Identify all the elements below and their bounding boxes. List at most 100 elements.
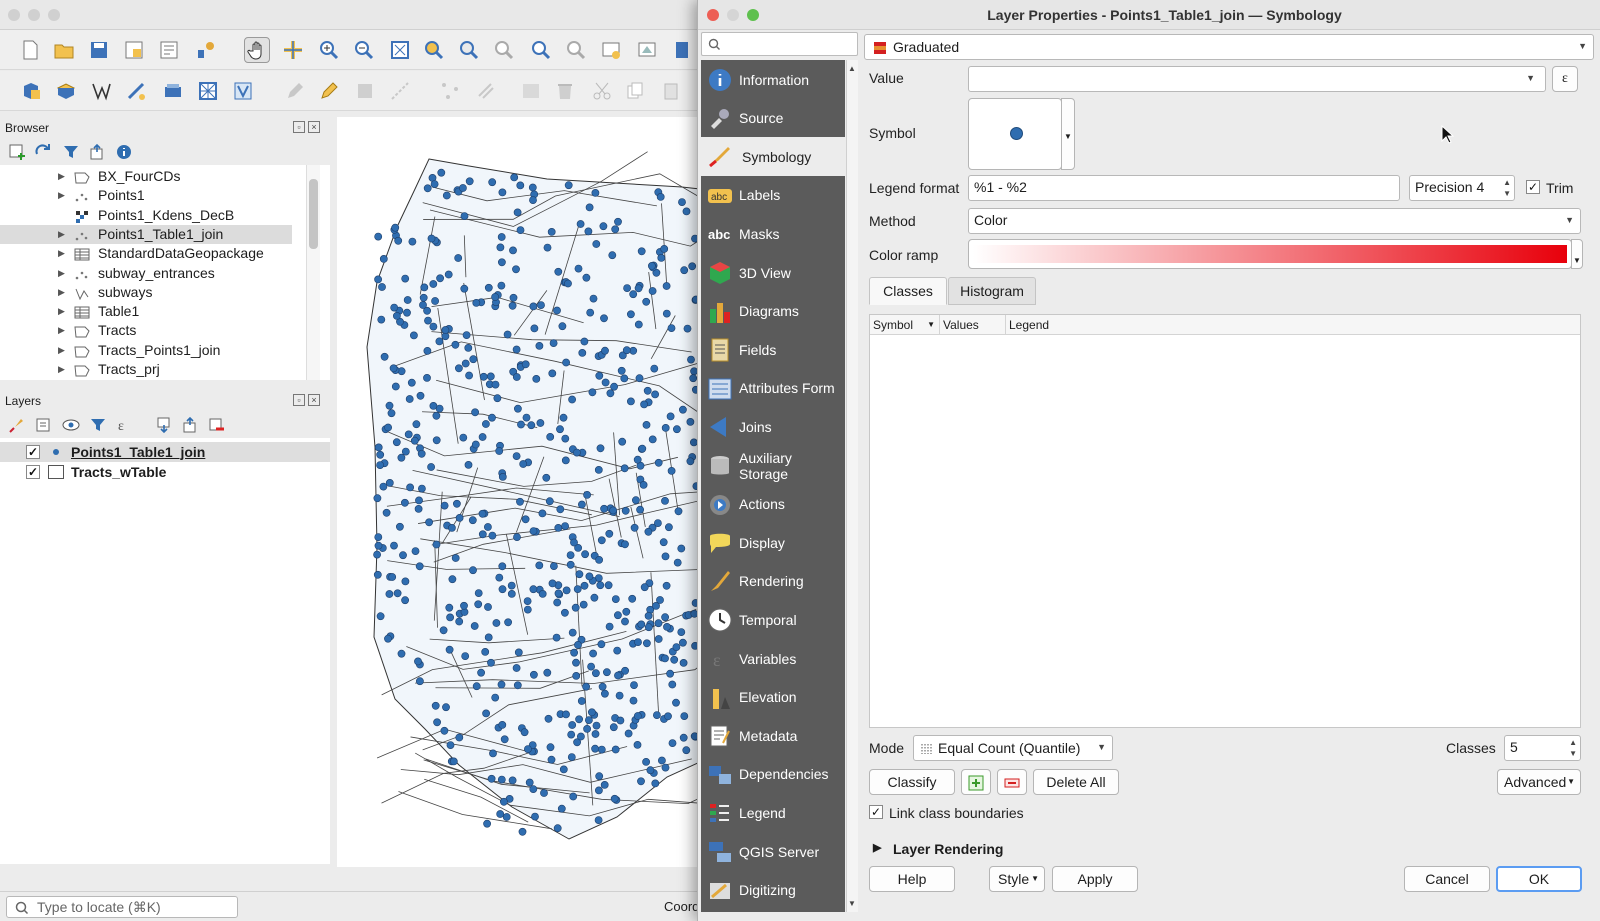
sidebar-item[interactable]: Auxiliary Storage bbox=[701, 446, 845, 485]
float-panel-icon[interactable]: ▫ bbox=[293, 121, 305, 133]
sidebar-item[interactable]: Source bbox=[701, 99, 845, 138]
layout-manager-icon[interactable] bbox=[156, 37, 182, 63]
style-button[interactable]: Style ▼ bbox=[989, 866, 1045, 892]
sidebar-item[interactable]: Metadata bbox=[701, 716, 845, 755]
renderer-type-select[interactable]: Graduated ▼ bbox=[864, 34, 1594, 60]
browser-item[interactable]: ▶ Points1 bbox=[0, 186, 292, 206]
legend-format-input[interactable]: %1 - %2 bbox=[968, 175, 1400, 201]
open-project-icon[interactable] bbox=[51, 37, 77, 63]
spin-arrows-icon[interactable]: ▲ ▼ bbox=[1503, 177, 1511, 199]
browser-item[interactable]: ▶ Tracts_Points1_join bbox=[0, 341, 292, 361]
edit-table-icon[interactable] bbox=[518, 78, 544, 104]
style-manager-icon[interactable] bbox=[193, 37, 219, 63]
locator-search-field[interactable]: Type to locate (⌘K) bbox=[6, 896, 238, 918]
save-project-icon[interactable] bbox=[86, 37, 112, 63]
mode-select[interactable]: Equal Count (Quantile) ▼ bbox=[913, 735, 1113, 761]
vertex-tool-icon[interactable] bbox=[437, 78, 463, 104]
classes-table[interactable]: Symbol ▼ Values Legend bbox=[869, 314, 1581, 728]
browser-item[interactable]: ▶ Table1 bbox=[0, 302, 292, 322]
filter-legend-icon[interactable] bbox=[89, 416, 107, 434]
color-ramp-button[interactable] bbox=[968, 239, 1572, 269]
add-class-button[interactable] bbox=[961, 769, 991, 795]
sidebar-item[interactable]: Rendering bbox=[701, 562, 845, 601]
new-3d-view-icon[interactable] bbox=[634, 37, 660, 63]
expand-arrow-icon[interactable]: ▶ bbox=[58, 321, 65, 341]
dialog-minimize-button[interactable] bbox=[727, 9, 739, 21]
browser-item[interactable]: ▶ subways bbox=[0, 283, 292, 303]
delete-all-button[interactable]: Delete All bbox=[1033, 769, 1119, 795]
close-panel-icon[interactable]: × bbox=[308, 121, 320, 133]
sidebar-item[interactable]: abc Masks bbox=[701, 214, 845, 253]
filter-by-expression-icon[interactable]: ε bbox=[116, 416, 134, 434]
cut-features-icon[interactable] bbox=[589, 78, 615, 104]
layer-visibility-checkbox[interactable]: ✓ bbox=[26, 445, 40, 459]
new-mesh-layer-icon[interactable] bbox=[195, 78, 221, 104]
current-edits-icon[interactable] bbox=[316, 78, 342, 104]
sidebar-scrollbar[interactable]: ▲ ▼ bbox=[846, 60, 858, 912]
color-ramp-menu-button[interactable]: ▼ bbox=[1571, 239, 1583, 269]
pan-to-selection-icon[interactable] bbox=[280, 37, 306, 63]
zoom-out-icon[interactable] bbox=[351, 37, 377, 63]
close-window-button[interactable] bbox=[8, 9, 20, 21]
sidebar-item[interactable]: Dependencies bbox=[701, 755, 845, 794]
manage-map-themes-icon[interactable] bbox=[62, 416, 80, 434]
close-layers-panel-icon[interactable]: × bbox=[308, 394, 320, 406]
float-layers-panel-icon[interactable]: ▫ bbox=[293, 394, 305, 406]
add-group-icon[interactable] bbox=[34, 416, 52, 434]
browser-item[interactable]: ▶ subway_entrances bbox=[0, 264, 292, 284]
layer-item[interactable]: ✓ Tracts_wTable bbox=[0, 462, 330, 482]
precision-spinbox[interactable]: Precision 4 ▲ ▼ bbox=[1409, 175, 1515, 201]
expand-arrow-icon[interactable]: ▶ bbox=[58, 302, 65, 322]
properties-info-icon[interactable] bbox=[115, 143, 133, 161]
new-temporary-layer-icon[interactable] bbox=[160, 78, 186, 104]
column-header-symbol[interactable]: Symbol ▼ bbox=[870, 315, 940, 335]
expand-all-icon[interactable] bbox=[155, 416, 173, 434]
sidebar-item[interactable]: Legend bbox=[701, 793, 845, 832]
browser-item[interactable]: ▶ BX_FourCDs bbox=[0, 167, 292, 187]
collapse-all-icon[interactable] bbox=[88, 143, 106, 161]
layer-visibility-checkbox[interactable]: ✓ bbox=[26, 465, 40, 479]
zoom-in-icon[interactable] bbox=[316, 37, 342, 63]
sidebar-item[interactable]: ε Variables bbox=[701, 639, 845, 678]
new-spatialite-layer-icon[interactable] bbox=[123, 78, 149, 104]
sidebar-item[interactable]: Elevation bbox=[701, 678, 845, 717]
expand-arrow-icon[interactable]: ▶ bbox=[58, 264, 65, 284]
digitize-line-icon[interactable] bbox=[387, 78, 413, 104]
paste-features-icon[interactable] bbox=[658, 78, 684, 104]
toggle-editing-icon[interactable] bbox=[282, 78, 308, 104]
new-geopackage-layer-icon[interactable] bbox=[53, 78, 79, 104]
add-selected-layers-icon[interactable] bbox=[8, 143, 26, 161]
zoom-to-selection-icon[interactable] bbox=[421, 37, 447, 63]
sidebar-item[interactable]: Fields bbox=[701, 330, 845, 369]
zoom-to-layer-icon[interactable] bbox=[456, 37, 482, 63]
collapse-layers-icon[interactable] bbox=[181, 416, 199, 434]
value-field-select[interactable]: ▼ bbox=[968, 66, 1546, 92]
sidebar-item[interactable]: Diagrams bbox=[701, 292, 845, 331]
cancel-button[interactable]: Cancel bbox=[1404, 866, 1490, 892]
browser-scrollbar[interactable] bbox=[306, 165, 320, 380]
sidebar-item[interactable]: Information bbox=[701, 60, 845, 99]
sidebar-item[interactable]: Actions bbox=[701, 485, 845, 524]
modify-attributes-icon[interactable] bbox=[473, 78, 499, 104]
zoom-window-button[interactable] bbox=[48, 9, 60, 21]
expand-arrow-icon[interactable]: ▶ bbox=[58, 244, 65, 264]
symbol-preview-button[interactable] bbox=[968, 98, 1062, 170]
sidebar-item[interactable]: QGIS Server bbox=[701, 832, 845, 871]
tab-classes[interactable]: Classes bbox=[869, 277, 947, 305]
advanced-button[interactable]: Advanced ▼ bbox=[1497, 769, 1581, 795]
dialog-close-button[interactable] bbox=[707, 9, 719, 21]
expand-arrow-icon[interactable]: ▶ bbox=[58, 186, 65, 206]
symbol-menu-button[interactable]: ▼ bbox=[1061, 98, 1075, 170]
zoom-full-icon[interactable] bbox=[387, 37, 413, 63]
classes-spinbox[interactable]: 5 ▲ ▼ bbox=[1504, 735, 1581, 761]
show-bookmarks-icon[interactable] bbox=[669, 37, 695, 63]
method-select[interactable]: Color ▼ bbox=[968, 208, 1581, 234]
properties-search-input[interactable] bbox=[701, 32, 858, 56]
browser-item[interactable]: Points1_Kdens_DecB bbox=[0, 206, 292, 226]
new-shapefile-layer-icon[interactable] bbox=[88, 78, 114, 104]
copy-features-icon[interactable] bbox=[622, 78, 648, 104]
dialog-zoom-button[interactable] bbox=[747, 9, 759, 21]
column-header-legend[interactable]: Legend bbox=[1006, 315, 1406, 335]
sidebar-item[interactable]: Joins bbox=[701, 407, 845, 446]
classify-button[interactable]: Classify bbox=[869, 769, 955, 795]
